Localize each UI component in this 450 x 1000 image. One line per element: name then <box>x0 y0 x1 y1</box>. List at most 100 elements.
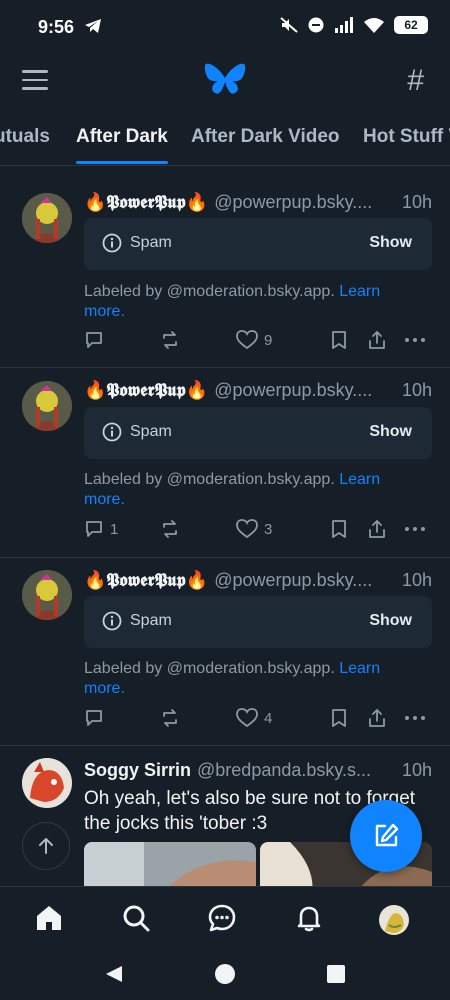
show-button[interactable]: Show <box>369 612 412 630</box>
reply-button[interactable] <box>84 330 110 350</box>
more-options-button[interactable] <box>404 519 426 539</box>
chat-icon <box>208 904 236 932</box>
info-icon <box>102 233 122 253</box>
nav-chat[interactable] <box>207 903 237 938</box>
author-name[interactable]: 🔥𝕻𝖔𝖜𝖊𝖗𝕻𝖚𝖕🔥 <box>84 192 208 213</box>
share-button[interactable] <box>367 708 387 728</box>
author-handle[interactable]: @powerpup.bsky.... <box>214 570 372 590</box>
like-button[interactable]: 9 <box>236 330 272 350</box>
share-button[interactable] <box>367 330 387 350</box>
status-time: 9:56 <box>38 17 75 37</box>
reply-button[interactable] <box>84 708 110 728</box>
back-icon[interactable] <box>104 964 124 984</box>
status-bar: 9:56 62 <box>0 0 450 56</box>
bookmark-icon <box>332 709 346 727</box>
repost-icon <box>163 709 177 727</box>
show-button[interactable]: Show <box>369 234 412 252</box>
author-handle[interactable]: @bredpanda.bsky.s... <box>197 760 371 780</box>
bookmark-button[interactable] <box>330 708 348 728</box>
tab-after-dark-video[interactable]: After Dark Video <box>191 126 340 148</box>
reply-icon <box>86 710 102 726</box>
home-circle-icon[interactable] <box>214 963 236 985</box>
reply-button[interactable]: 1 <box>84 519 118 539</box>
bookmark-icon <box>332 331 346 349</box>
wifi-icon <box>364 18 384 33</box>
share-button[interactable] <box>367 519 387 539</box>
reply-icon <box>86 332 102 348</box>
nav-search[interactable] <box>121 903 151 938</box>
feed-tabs: utuals After Dark After Dark Video Hot S… <box>0 116 450 166</box>
repost-button[interactable] <box>160 330 180 350</box>
show-button[interactable]: Show <box>369 423 412 441</box>
labeled-by-text: Labeled by @moderation.bsky.app. Learn m… <box>84 659 424 699</box>
like-count: 3 <box>264 520 273 538</box>
post-time: 10h <box>393 380 432 401</box>
bell-icon <box>297 906 321 932</box>
repost-button[interactable] <box>160 708 180 728</box>
dnd-icon <box>308 17 324 33</box>
labeled-by-label: Labeled by @moderation.bsky.app. <box>84 283 335 300</box>
feed-post[interactable]: 🔥𝕻𝖔𝖜𝖊𝖗𝕻𝖚𝖕🔥 @powerpup.bsky.... 10h Spam Sh… <box>0 178 450 368</box>
post-header: 🔥𝕻𝖔𝖜𝖊𝖗𝕻𝖚𝖕🔥 @powerpup.bsky.... 10h <box>84 192 432 216</box>
bookmark-button[interactable] <box>330 519 348 539</box>
compose-button[interactable] <box>350 800 422 872</box>
moderation-warning[interactable]: Spam Show <box>84 596 432 648</box>
repost-button[interactable] <box>160 519 180 539</box>
scroll-to-top-button[interactable] <box>22 822 70 870</box>
reply-icon <box>86 521 102 537</box>
post-header: 🔥𝕻𝖔𝖜𝖊𝖗𝕻𝖚𝖕🔥 @powerpup.bsky.... 10h <box>84 380 432 404</box>
avatar[interactable] <box>22 381 72 431</box>
post-time: 10h <box>393 570 432 591</box>
hamburger-icon[interactable] <box>22 70 48 90</box>
author-name[interactable]: 🔥𝕻𝖔𝖜𝖊𝖗𝕻𝖚𝖕🔥 <box>84 570 208 591</box>
post-actions: 1 3 <box>84 519 432 543</box>
avatar[interactable] <box>22 570 72 620</box>
nav-notifications[interactable] <box>294 903 324 938</box>
tab-after-dark[interactable]: After Dark <box>76 126 168 148</box>
feed-post[interactable]: 🔥𝕻𝖔𝖜𝖊𝖗𝕻𝖚𝖕🔥 @powerpup.bsky.... 10h Spam Sh… <box>0 368 450 558</box>
nav-profile[interactable] <box>379 905 409 940</box>
info-icon <box>102 611 122 631</box>
labeled-by-label: Labeled by @moderation.bsky.app. <box>84 471 335 488</box>
labeled-by-text: Labeled by @moderation.bsky.app. Learn m… <box>84 470 424 510</box>
feed-post[interactable]: 🔥𝕻𝖔𝖜𝖊𝖗𝕻𝖚𝖕🔥 @powerpup.bsky.... 10h Spam Sh… <box>0 558 450 746</box>
author-handle[interactable]: @powerpup.bsky.... <box>214 380 372 400</box>
profile-avatar-icon <box>379 905 409 935</box>
tab-mutuals[interactable]: utuals <box>0 126 50 148</box>
moderation-label: Spam <box>130 234 172 251</box>
tab-hot-stuff[interactable]: Hot Stuff V <box>363 126 450 148</box>
like-button[interactable]: 4 <box>236 708 272 728</box>
author-name[interactable]: Soggy Sirrin <box>84 760 191 780</box>
arrow-up-icon <box>39 838 53 854</box>
compose-icon <box>375 823 399 847</box>
avatar[interactable] <box>22 193 72 243</box>
bookmark-button[interactable] <box>330 330 348 350</box>
hash-icon[interactable]: # <box>407 64 424 98</box>
post-header: Soggy Sirrin @bredpanda.bsky.s... 10h <box>84 760 432 784</box>
active-tab-indicator <box>76 161 168 164</box>
like-button[interactable]: 3 <box>236 519 272 539</box>
recents-icon[interactable] <box>326 964 346 984</box>
heart-icon <box>236 519 258 539</box>
repost-icon <box>163 520 177 538</box>
search-icon <box>123 905 150 932</box>
more-options-button[interactable] <box>404 708 426 728</box>
heart-icon <box>236 708 258 728</box>
author-name[interactable]: 🔥𝕻𝖔𝖜𝖊𝖗𝕻𝖚𝖕🔥 <box>84 380 208 401</box>
labeled-by-label: Labeled by @moderation.bsky.app. <box>84 660 335 677</box>
info-icon <box>102 422 122 442</box>
moderation-warning[interactable]: Spam Show <box>84 218 432 270</box>
more-options-button[interactable] <box>404 330 426 350</box>
battery-indicator: 62 <box>394 16 428 34</box>
nav-home[interactable] <box>34 903 64 938</box>
home-icon <box>37 906 61 930</box>
ellipsis-icon <box>405 338 425 342</box>
mute-icon <box>280 17 298 33</box>
repost-icon <box>163 331 177 349</box>
moderation-warning[interactable]: Spam Show <box>84 407 432 459</box>
post-actions: 9 <box>84 330 432 354</box>
heart-icon <box>236 330 258 350</box>
like-count: 9 <box>264 331 273 349</box>
author-handle[interactable]: @powerpup.bsky.... <box>214 192 372 212</box>
avatar[interactable] <box>22 758 72 808</box>
